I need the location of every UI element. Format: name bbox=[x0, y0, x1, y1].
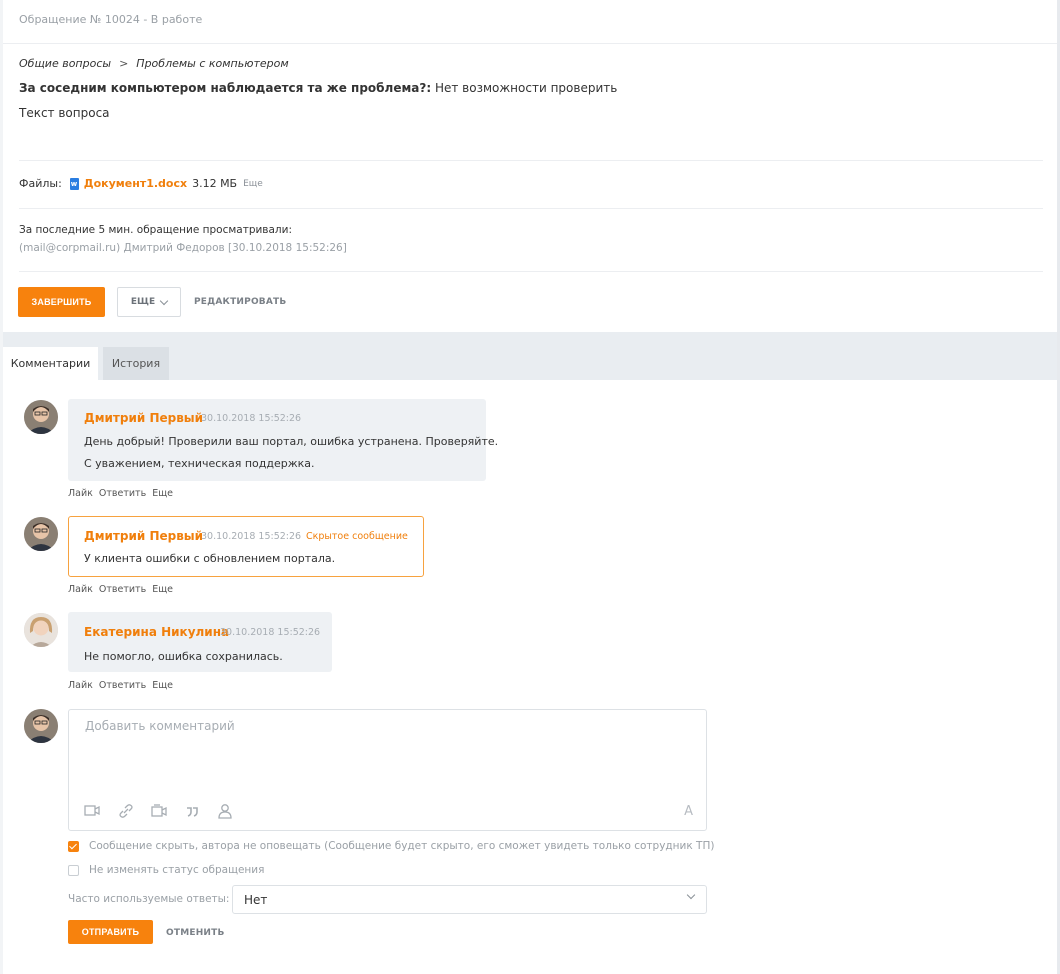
question-label: За соседним компьютером наблюдается та ж… bbox=[19, 81, 432, 95]
comment-actions: Лайк Ответить Еще bbox=[68, 488, 173, 499]
comment-actions: Лайк Ответить Еще bbox=[68, 680, 173, 691]
link-icon[interactable] bbox=[118, 803, 134, 819]
send-button[interactable]: ОТПРАВИТЬ bbox=[68, 920, 153, 944]
comment-input-placeholder: Добавить комментарий bbox=[85, 719, 235, 733]
comment-text-line: У клиента ошибки с обновлением портала. bbox=[84, 552, 336, 565]
quote-icon[interactable] bbox=[184, 803, 200, 819]
reply-link[interactable]: Ответить bbox=[99, 488, 146, 499]
video-icon[interactable] bbox=[151, 803, 167, 819]
comment-time: 30.10.2018 15:52:26 bbox=[201, 531, 302, 542]
text-format-button[interactable]: A bbox=[684, 804, 693, 819]
breadcrumb: Общие вопросы > Проблемы с компьютером bbox=[19, 57, 289, 70]
comment-text-line: С уважением, техническая поддержка. bbox=[84, 457, 315, 470]
hide-message-label: Сообщение скрыть, автора не оповещать (С… bbox=[89, 840, 715, 852]
more-link[interactable]: Еще bbox=[152, 680, 173, 691]
avatar[interactable] bbox=[24, 400, 58, 434]
divider bbox=[19, 160, 1043, 161]
comment-editor[interactable]: Добавить комментарий A bbox=[68, 709, 707, 831]
frequent-answers-select[interactable]: Нет bbox=[232, 885, 707, 914]
question-answer: Нет возможности проверить bbox=[434, 81, 618, 95]
ticket-page: Обращение № 10024 - В работе Общие вопро… bbox=[0, 0, 1060, 974]
reply-link[interactable]: Ответить bbox=[99, 584, 146, 595]
files-label: Файлы: bbox=[19, 177, 62, 190]
comment-time: 30.10.2018 15:52:26 bbox=[201, 413, 302, 424]
breadcrumb-item-computer[interactable]: Проблемы с компьютером bbox=[136, 57, 288, 70]
like-link[interactable]: Лайк bbox=[68, 488, 93, 499]
more-link[interactable]: Еще bbox=[152, 584, 173, 595]
like-link[interactable]: Лайк bbox=[68, 584, 93, 595]
divider bbox=[3, 43, 1057, 44]
comment-author[interactable]: Дмитрий Первый bbox=[84, 529, 203, 543]
current-user-avatar bbox=[24, 709, 58, 743]
word-document-icon bbox=[69, 177, 79, 190]
breadcrumb-item-general[interactable]: Общие вопросы bbox=[19, 57, 111, 70]
more-link[interactable]: Еще bbox=[152, 488, 173, 499]
keep-status-checkbox-row[interactable]: Не изменять статус обращения bbox=[68, 864, 264, 876]
file-link[interactable]: Документ1.docx bbox=[84, 177, 187, 190]
divider bbox=[19, 208, 1043, 209]
files-more-link[interactable]: Еще bbox=[243, 179, 263, 189]
more-dropdown-button[interactable]: ЕЩЕ bbox=[117, 287, 181, 317]
comment-author[interactable]: Екатерина Никулина bbox=[84, 625, 229, 639]
comment-time: 30.10.2018 15:52:26 bbox=[220, 627, 321, 638]
more-dropdown-label: ЕЩЕ bbox=[130, 297, 156, 307]
hide-message-checkbox-row[interactable]: Сообщение скрыть, автора не оповещать (С… bbox=[68, 840, 714, 852]
reply-link[interactable]: Ответить bbox=[99, 680, 146, 691]
files-row: Файлы: Документ1.docx 3.12 МБ Еще bbox=[19, 177, 263, 190]
keep-status-label: Не изменять статус обращения bbox=[89, 864, 265, 876]
avatar[interactable] bbox=[24, 517, 58, 551]
comment-actions: Лайк Ответить Еще bbox=[68, 584, 173, 595]
ticket-title: Обращение № 10024 - В работе bbox=[19, 13, 203, 26]
question-text: Текст вопроса bbox=[19, 106, 110, 120]
comment-text-line: День добрый! Проверили ваш портал, ошибк… bbox=[84, 435, 499, 448]
avatar[interactable] bbox=[24, 613, 58, 647]
viewer-entry: (mail@corpmail.ru) Дмитрий Федоров [30.1… bbox=[19, 242, 347, 254]
breadcrumb-separator: > bbox=[119, 57, 129, 70]
chevron-down-icon bbox=[686, 890, 696, 900]
like-link[interactable]: Лайк bbox=[68, 680, 93, 691]
mention-user-icon[interactable] bbox=[217, 803, 233, 819]
complete-button[interactable]: ЗАВЕРШИТЬ bbox=[18, 287, 105, 317]
hide-message-checkbox[interactable] bbox=[68, 840, 79, 852]
keep-status-checkbox[interactable] bbox=[68, 864, 79, 876]
frequent-answers-label: Часто используемые ответы: bbox=[68, 893, 230, 905]
comment-bubble: Дмитрий Первый 30.10.2018 15:52:26 День … bbox=[68, 399, 498, 481]
comment-author[interactable]: Дмитрий Первый bbox=[84, 411, 203, 425]
image-video-icon[interactable] bbox=[84, 803, 100, 819]
edit-button[interactable]: РЕДАКТИРОВАТЬ bbox=[194, 297, 286, 307]
file-size: 3.12 МБ bbox=[192, 177, 238, 190]
divider bbox=[19, 271, 1043, 272]
cancel-button[interactable]: ОТМЕНИТЬ bbox=[166, 928, 225, 938]
frequent-answers-value: Нет bbox=[244, 893, 268, 907]
hidden-comment-bubble: Дмитрий Первый 30.10.2018 15:52:26 Скрыт… bbox=[68, 516, 424, 577]
comment-text-line: Не помогло, ошибка сохранилась. bbox=[84, 650, 283, 663]
tab-history[interactable]: История bbox=[103, 347, 169, 380]
viewers-title: За последние 5 мин. обращение просматрив… bbox=[19, 224, 293, 236]
tab-comments[interactable]: Комментарии bbox=[3, 347, 98, 380]
question-field: За соседним компьютером наблюдается та ж… bbox=[19, 81, 617, 95]
comment-bubble: Екатерина Никулина 30.10.2018 15:52:26 Н… bbox=[68, 612, 332, 672]
chevron-down-icon bbox=[159, 296, 169, 305]
hidden-message-label: Скрытое сообщение bbox=[306, 531, 408, 542]
